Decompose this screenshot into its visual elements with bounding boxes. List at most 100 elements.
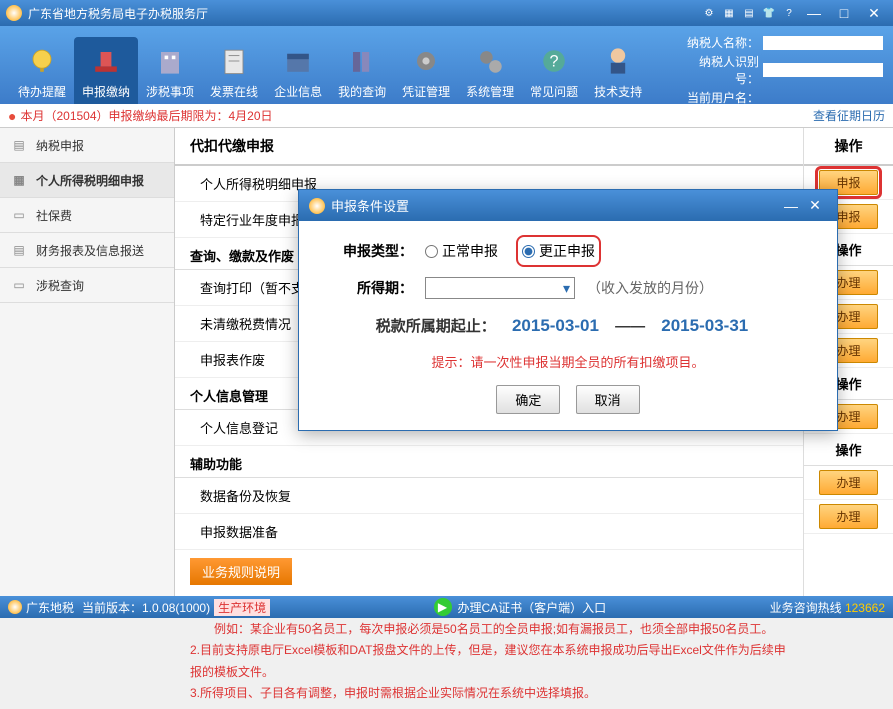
sidebar-item-finance[interactable]: ▤财务报表及信息报送 [0,233,174,268]
radio-label: 正常申报 [442,241,498,261]
doc-icon: ▤ [10,136,28,154]
toolbar-item-cert[interactable]: 凭证管理 [394,37,458,104]
toolbar-label: 我的查询 [338,83,386,100]
taxpayer-id-value [763,63,883,77]
date-from: 2015-03-01 [512,316,599,335]
modal-title-bar: 申报条件设置 — ✕ [299,190,837,221]
ok-button[interactable]: 确定 [496,385,560,414]
action-cell: 办理 [804,466,893,500]
status-center: ▶ 办理CA证书（客户端）入口 [278,598,762,616]
gear-icon [406,41,446,81]
sidebar-item-label: 个人所得税明细申报 [36,172,144,189]
taxpayer-id-label: 纳税人识别号： [679,53,759,87]
sidebar: ▤纳税申报 ▦个人所得税明细申报 ▭社保费 ▤财务报表及信息报送 ▭涉税查询 [0,128,175,596]
play-icon: ▶ [434,598,452,616]
toolbar-item-invoice[interactable]: 发票在线 [202,37,266,104]
window-toolbar: ⚙ ▦ ▤ 👕 ? — □ ✕ [701,3,887,23]
hotline-label: 业务咨询热线 [770,601,842,615]
status-right: 业务咨询热线 123662 [762,599,893,616]
app-title: 广东省地方税务局电子办税服务厅 [28,5,701,22]
sidebar-item-label: 社保费 [36,207,72,224]
toolbar-item-faq[interactable]: ? 常见问题 [522,37,586,104]
tool-icon-1[interactable]: ▦ [721,6,737,20]
toolbar-label: 常见问题 [530,83,578,100]
minimize-button[interactable]: — [801,3,827,23]
rule-line: 例如：某企业有50名员工，每次申报必须是50名员工的全员申报;如有漏报员工，也须… [214,619,788,641]
filing-condition-modal: 申报条件设置 — ✕ 申报类型： 正常申报 更正申报 所得期： （收入发放的月份… [298,189,838,431]
tax-period-label: 税款所属期起止： [376,318,496,335]
section-header: 代扣代缴申报 [175,128,803,166]
title-bar: 广东省地方税务局电子办税服务厅 ⚙ ▦ ▤ 👕 ? — □ ✕ [0,0,893,26]
modal-close-button[interactable]: ✕ [803,197,827,214]
brand-text: 广东地税 [26,599,74,616]
date-to: 2015-03-31 [661,316,748,335]
modal-title: 申报条件设置 [331,196,779,215]
binder-icon [342,41,382,81]
tax-period-row: 税款所属期起止： 2015-03-01 —— 2015-03-31 [323,315,813,336]
skin-icon[interactable]: 👕 [761,6,777,20]
toolbar-label: 申报缴纳 [82,83,130,100]
toolbar-item-tax[interactable]: 涉税事项 [138,37,202,104]
filing-type-group: 正常申报 更正申报 [425,241,595,261]
notice-text: 本月（201504）申报缴纳最后期限为：4月20日 [20,107,813,124]
toolbar-item-support[interactable]: 技术支持 [586,37,650,104]
radio-label: 更正申报 [539,241,595,261]
sidebar-item-tax-filing[interactable]: ▤ 纳税申报 [0,128,174,163]
tool-icon-2[interactable]: ▤ [741,6,757,20]
modal-body: 申报类型： 正常申报 更正申报 所得期： （收入发放的月份） 税款所属期起止： … [299,221,837,430]
toolbar-item-company[interactable]: 企业信息 [266,37,330,104]
settings-icon[interactable]: ⚙ [701,6,717,20]
toolbar-item-query[interactable]: 我的查询 [330,37,394,104]
action-cell: 办理 [804,500,893,534]
filing-type-label: 申报类型： [323,241,413,261]
bell-icon [22,41,62,81]
sidebar-item-tax-query[interactable]: ▭涉税查询 [0,268,174,303]
radio-normal[interactable]: 正常申报 [425,241,498,261]
env-text: 生产环境 [214,599,270,616]
toolbar-item-todo[interactable]: 待办提醒 [10,37,74,104]
modal-icon [309,198,325,214]
taxpayer-name-value [763,36,883,50]
status-bar: 广东地税 当前版本：1.0.08(1000) 生产环境 ▶办理CA证书（客户端）… [0,596,893,618]
toolbar-label: 企业信息 [274,83,322,100]
date-separator: —— [615,318,645,335]
current-user-label: 当前用户名： [679,89,759,106]
radio-correction[interactable]: 更正申报 [522,241,595,261]
brand-icon [8,600,22,614]
rule-line: 2.目前支持原电厅Excel模板和DAT报盘文件的上传，但是，建议您在本系统申报… [190,640,788,683]
list-item: 申报数据准备 [175,514,803,550]
action-sub-header: 操作 [804,434,893,466]
cancel-button[interactable]: 取消 [576,385,640,414]
toolbar-label: 发票在线 [210,83,258,100]
toolbar-label: 凭证管理 [402,83,450,100]
search-icon: ▭ [10,276,28,294]
ca-text: 办理CA证书（客户端）入口 [458,599,607,616]
income-period-combo[interactable] [425,277,575,299]
report-icon: ▤ [10,241,28,259]
list-icon: ▦ [10,171,28,189]
alert-icon: ● [8,108,16,124]
svg-text:?: ? [550,52,559,70]
sidebar-item-label: 纳税申报 [36,137,84,154]
close-button[interactable]: ✕ [861,3,887,23]
process-button[interactable]: 办理 [819,504,877,529]
section-sub-header: 辅助功能 [175,446,803,478]
toolbar-label: 涉税事项 [146,83,194,100]
ca-link[interactable]: ▶ 办理CA证书（客户端）入口 [434,598,607,616]
question-icon: ? [534,41,574,81]
process-button[interactable]: 办理 [819,470,877,495]
maximize-button[interactable]: □ [831,3,857,23]
sidebar-item-personal-tax[interactable]: ▦ 个人所得税明细申报 [0,163,174,198]
sidebar-item-social[interactable]: ▭社保费 [0,198,174,233]
modal-hint: 提示：请一次性申报当期全员的所有扣缴项目。 [323,352,813,371]
taxpayer-name-label: 纳税人名称： [679,34,759,51]
folder-icon [278,41,318,81]
modal-buttons: 确定 取消 [323,385,813,414]
gears-icon [470,41,510,81]
calendar-link[interactable]: 查看征期日历 [813,107,885,124]
modal-minimize-button[interactable]: — [779,198,803,214]
toolbar-item-filing[interactable]: 申报缴纳 [74,37,138,104]
building-icon [150,41,190,81]
help-icon[interactable]: ? [781,6,797,20]
toolbar-item-system[interactable]: 系统管理 [458,37,522,104]
